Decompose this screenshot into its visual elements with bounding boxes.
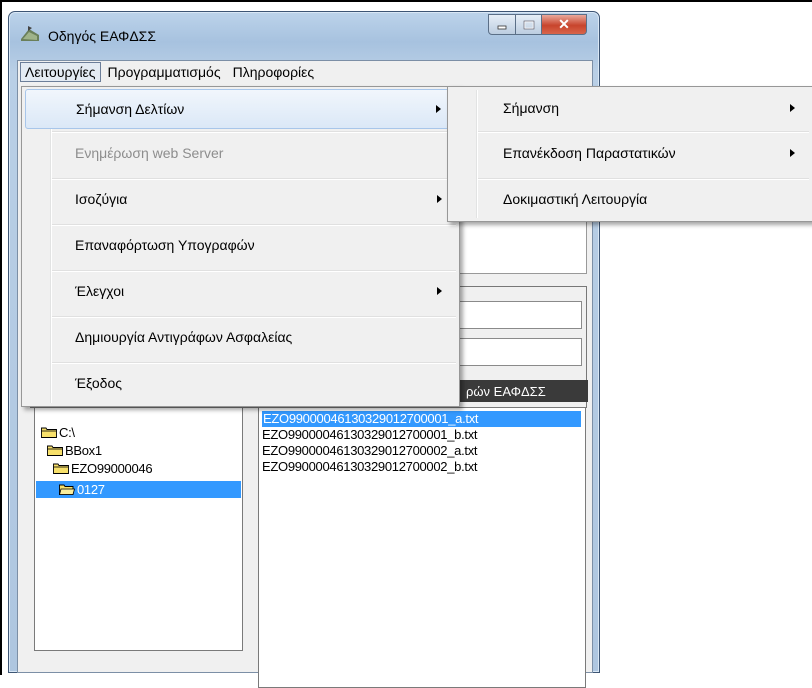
file-row[interactable]: EZO99000046130329012700002_a.txt [262, 443, 478, 459]
tree-node-label: EZO99000046 [71, 460, 153, 476]
minimize-icon [497, 25, 507, 29]
text-field-1[interactable] [455, 301, 582, 329]
menu-item-label: Ισοζύγια [75, 191, 128, 207]
leitourgies-dropdown: Σήμανση Δελτίων Ενημέρωση web Server Ισο… [21, 86, 460, 407]
submenu-item-epanekdosi-parastatikon[interactable]: Επανέκδοση Παραστατικών [451, 134, 809, 172]
folder-icon [53, 462, 69, 474]
top-border [0, 0, 812, 2]
tree-node-label: BBox1 [65, 442, 102, 458]
tree-node-label: 0127 [77, 481, 105, 497]
maximize-icon [523, 20, 534, 29]
menu-item-label: Σήμανση Δελτίων [76, 101, 185, 117]
menu-item-elegxoi[interactable]: Έλεγχοι [25, 272, 456, 310]
tree-node[interactable]: C:\ [41, 424, 75, 440]
menu-item-label: Επανέκδοση Παραστατικών [503, 145, 676, 161]
submenu-arrow-icon [790, 149, 795, 157]
title-bar[interactable]: Οδηγός ΕΑΦΔΣΣ ✕ [9, 12, 599, 58]
menu-item-simansi-deltion[interactable]: Σήμανση Δελτίων [25, 89, 456, 129]
close-button[interactable]: ✕ [542, 14, 587, 35]
menu-item-label: Δημιουργία Αντιγράφων Ασφαλείας [75, 329, 293, 345]
file-list[interactable]: EZO99000046130329012700001_a.txt EZO9900… [258, 407, 586, 688]
menu-item-exodos[interactable]: Έξοδος [25, 364, 456, 402]
menu-programmatismos[interactable]: Προγραμματισμός [103, 62, 226, 82]
tree-node-label: C:\ [59, 424, 75, 440]
menu-item-isozygia[interactable]: Ισοζύγια [25, 180, 456, 218]
menu-item-enimerosi-web-server[interactable]: Ενημέρωση web Server [25, 134, 456, 172]
submenu-arrow-icon [437, 287, 442, 295]
tree-node[interactable]: EZO99000046 [53, 460, 153, 476]
folder-icon [47, 444, 63, 456]
left-border [0, 0, 2, 675]
window-title: Οδηγός ΕΑΦΔΣΣ [48, 28, 156, 44]
maximize-button[interactable] [516, 14, 542, 35]
app-icon [19, 25, 41, 43]
folder-tree[interactable]: C:\ BBox1 EZO99000046 0127 [34, 407, 243, 651]
simansi-deltion-submenu: Σήμανση Επανέκδοση Παραστατικών Δοκιμαστ… [447, 86, 812, 222]
folder-icon [41, 426, 57, 438]
menu-item-label: Επαναφόρτωση Υπογραφών [75, 237, 255, 253]
menu-item-label: Δοκιμαστική Λειτουργία [503, 191, 648, 207]
menu-item-epanafortosi-ypografon[interactable]: Επαναφόρτωση Υπογραφών [25, 226, 456, 264]
file-row-selected[interactable]: EZO99000046130329012700001_a.txt [262, 411, 581, 427]
submenu-arrow-icon [436, 105, 441, 113]
submenu-item-dokimastiki-leitourgia[interactable]: Δοκιμαστική Λειτουργία [451, 180, 809, 218]
menu-item-label: Ενημέρωση web Server [75, 145, 224, 161]
menu-separator [478, 131, 809, 133]
file-row[interactable]: EZO99000046130329012700001_b.txt [262, 427, 478, 443]
submenu-item-simansi[interactable]: Σήμανση [451, 89, 809, 127]
menu-item-label: Έλεγχοι [75, 283, 125, 299]
menu-plirofories[interactable]: Πληροφορίες [228, 62, 320, 82]
menu-item-dimiourgia-antigrafon[interactable]: Δημιουργία Αντιγράφων Ασφαλείας [25, 318, 456, 356]
open-folder-icon [58, 483, 76, 495]
text-field-2[interactable] [455, 338, 582, 366]
tree-node-selected[interactable]: 0127 [58, 481, 105, 497]
minimize-button[interactable] [488, 14, 516, 35]
file-row[interactable]: EZO99000046130329012700002_b.txt [262, 459, 478, 475]
menu-item-label: Σήμανση [503, 100, 560, 116]
tree-node[interactable]: BBox1 [47, 442, 102, 458]
submenu-arrow-icon [437, 195, 442, 203]
submenu-arrow-icon [790, 104, 795, 112]
menu-separator [52, 131, 456, 133]
close-icon: ✕ [558, 16, 570, 32]
menu-leitourgies[interactable]: Λειτουργίες [20, 62, 101, 82]
menu-item-label: Έξοδος [75, 375, 122, 391]
menu-bar: Λειτουργίες Προγραμματισμός Πληροφορίες [18, 61, 592, 83]
status-bar-label: ρών ΕΑΦΔΣΣ [460, 380, 588, 402]
